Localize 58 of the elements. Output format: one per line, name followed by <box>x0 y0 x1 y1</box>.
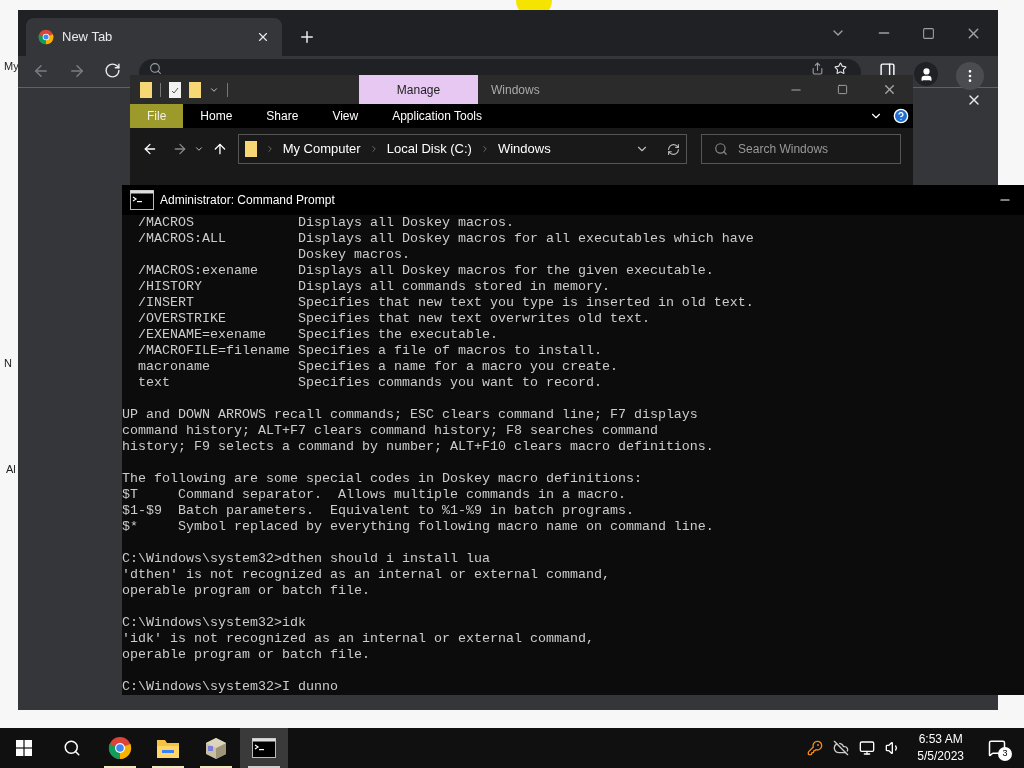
breadcrumb[interactable]: Local Disk (C:) <box>386 139 472 159</box>
properties-icon[interactable] <box>169 81 181 98</box>
notifications-icon <box>988 739 1006 757</box>
forward-icon[interactable] <box>68 62 86 80</box>
key-icon[interactable] <box>807 740 824 756</box>
network-icon[interactable] <box>859 740 876 756</box>
window-title: Administrator: Command Prompt <box>160 192 335 209</box>
window-title: Windows <box>491 81 540 99</box>
browser-tab[interactable]: New Tab <box>26 18 282 56</box>
close-icon[interactable] <box>882 82 897 97</box>
context-tab-header: Manage <box>359 75 478 104</box>
tab-favicon-icon <box>38 29 54 45</box>
clock-time: 6:53 AM <box>918 731 963 748</box>
notifications-button[interactable]: 3 <box>980 733 1014 763</box>
search-icon <box>714 142 729 156</box>
maximize-icon[interactable] <box>922 26 935 40</box>
reload-icon[interactable] <box>104 62 121 79</box>
ribbon-tab[interactable]: Application Tools <box>375 104 500 128</box>
package-icon <box>204 736 228 760</box>
ribbon-tab[interactable]: View <box>315 104 376 128</box>
breadcrumb[interactable]: Windows <box>497 139 551 159</box>
search-input[interactable]: Search Windows <box>738 140 879 158</box>
back-icon[interactable] <box>142 141 158 157</box>
browser-logo-icon <box>108 736 132 760</box>
refresh-icon[interactable] <box>667 142 681 156</box>
start-icon[interactable] <box>16 740 32 756</box>
new-tab-icon[interactable] <box>298 28 316 46</box>
search-icon <box>149 62 162 75</box>
console-icon <box>252 738 276 758</box>
address-bar[interactable]: My Computer Local Disk (C:) Windows <box>237 134 688 164</box>
desktop-icon-label[interactable]: Al <box>0 461 19 478</box>
taskbar-app[interactable] <box>240 728 288 768</box>
person-icon <box>918 66 934 82</box>
new-folder-icon[interactable] <box>189 81 201 98</box>
tab-close-icon[interactable] <box>256 30 270 44</box>
clock[interactable]: 6:53 AM 5/5/2023 <box>911 731 970 765</box>
console-output: /MACROS Displays all Doskey macros. /MACROS:ALL Displays all Doskey macros for all executables which have Doskey macros. /MACROS:exename Displays all Doskey macros for the given executable. /HISTORY Displays all commands stored in memory. /INSERT Specifies that new text you type is inserted in old text. /OVERSTRIKE Specifies that new text overwrites old text. /EXENAME=exename Specifies the executable. /MACROFILE=filename Specifies a file of macros to install. macroname Specifies a name for a macro you create. text Specifies commands you want to record. UP and DOWN ARROWS recall commands; ESC clears command line; F7 displays command history; ALT+F7 clears command history; F8 searches command history; F9 selects a command by number; ALT+F10 clears macro definitions. The following are some special codes in Doskey macro definitions: $T Command separator. Allows multiple commands in a macro. $1-$9 Batch parameters. Equivalent to %1-%9 in batch programs. $* Symbol replaced by everything following macro name on command line. C:\Windows\system32>dthen should i install lua 'dthen' is not recognized as an internal or external command, operable program or batch file. C:\Windows\system32>idk 'idk' is not recognized as an internal or external command, operable program or batch file. C:\Windows\system32>I dunno <box>122 215 755 695</box>
notification-count: 3 <box>998 747 1012 761</box>
bookmark-star-icon[interactable] <box>834 62 847 75</box>
search-field[interactable]: Search Windows <box>701 134 901 164</box>
breadcrumb[interactable]: My Computer <box>282 139 361 159</box>
search-icon[interactable] <box>63 739 81 757</box>
share-icon[interactable] <box>811 62 824 75</box>
folder-icon <box>244 141 257 157</box>
maximize-icon[interactable] <box>837 84 848 95</box>
folder-icon[interactable] <box>140 81 152 98</box>
cloud-off-icon[interactable] <box>833 740 850 756</box>
folder-icon <box>156 737 180 759</box>
desktop-icon-label[interactable]: My <box>0 58 19 75</box>
help-icon[interactable] <box>893 108 909 124</box>
menu-button[interactable] <box>956 62 984 90</box>
recent-caret-icon[interactable] <box>193 144 204 154</box>
clock-date: 5/5/2023 <box>917 748 964 765</box>
profile-avatar[interactable] <box>914 62 938 86</box>
console-icon <box>130 190 154 210</box>
desktop-icon-label[interactable]: N <box>0 354 19 371</box>
ribbon-tab[interactable]: Share <box>249 104 316 128</box>
ribbon-tab[interactable]: Home <box>183 104 250 128</box>
